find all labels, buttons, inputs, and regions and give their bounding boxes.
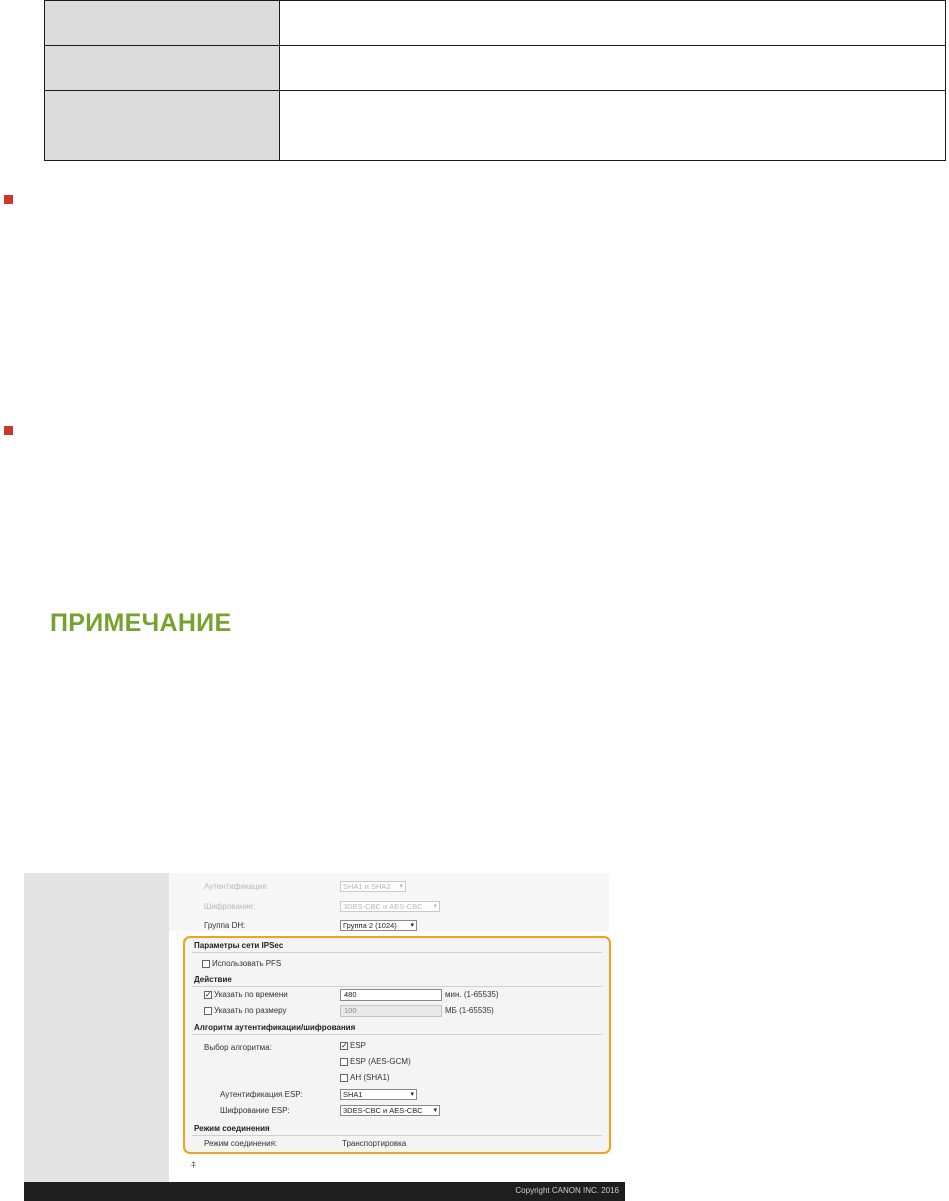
chevron-down-icon: ▾ <box>433 903 437 910</box>
by-time-label: Указать по времени <box>214 990 288 999</box>
check-icon: ✓ <box>341 1041 348 1050</box>
ike-auth-value: SHA1 и SHA2 <box>343 882 391 891</box>
validity-header: Действие <box>194 975 232 984</box>
pfs-checkbox[interactable] <box>202 960 210 968</box>
by-size-input[interactable]: 100 <box>340 1005 442 1017</box>
dh-group-label: Группа DH: <box>204 921 246 930</box>
scroll-top-icon[interactable]: ⍏ <box>191 1160 196 1171</box>
chevron-down-icon: ▾ <box>410 1091 414 1098</box>
ah-checkbox[interactable] <box>340 1074 348 1082</box>
ike-enc-select[interactable]: 3DES-CBC и AES-CBC ▾ <box>340 901 440 912</box>
by-time-unit: мин. (1-65535) <box>445 990 499 999</box>
footer-bar: Copyright CANON INC. 2016 <box>24 1182 625 1201</box>
by-time-checkbox[interactable]: ✓ <box>204 991 212 999</box>
esp-auth-value: SHA1 <box>343 1090 363 1099</box>
conn-mode-label: Режим соединения: <box>204 1139 278 1148</box>
divider <box>192 1135 602 1136</box>
esp-gcm-label: ESP (AES-GCM) <box>350 1057 411 1066</box>
by-time-input[interactable]: 480 <box>340 989 442 1001</box>
ah-label: AH (SHA1) <box>350 1073 390 1082</box>
embedded-screenshot: Аутентификация: SHA1 и SHA2 ▾ Шифрование:… <box>24 873 625 1201</box>
note-heading: ПРИМЕЧАНИЕ <box>50 609 232 637</box>
esp-enc-select[interactable]: 3DES-CBC и AES-CBC ▾ <box>340 1105 440 1116</box>
pfs-label: Использовать PFS <box>212 959 282 968</box>
divider <box>192 1034 602 1035</box>
ipsec-header: Параметры сети IPSec <box>194 941 284 950</box>
conn-mode-value: Транспортировка <box>342 1139 407 1148</box>
table-value-cell <box>279 0 946 46</box>
sidebar-pane <box>24 873 169 1182</box>
esp-label: ESP <box>350 1041 367 1050</box>
table-value-cell <box>279 90 946 161</box>
by-size-label: Указать по размеру <box>214 1006 287 1015</box>
table-key-cell <box>44 45 280 91</box>
esp-checkbox[interactable]: ✓ <box>340 1042 348 1050</box>
bullet-square-icon <box>4 426 13 435</box>
by-size-checkbox[interactable] <box>204 1007 212 1015</box>
divider <box>192 986 602 987</box>
conn-mode-header: Режим соединения <box>194 1124 270 1133</box>
dh-group-value: Группа 2 (1024) <box>343 921 397 930</box>
chevron-down-icon: ▾ <box>433 1107 437 1114</box>
esp-gcm-checkbox[interactable] <box>340 1058 348 1066</box>
table-key-cell <box>44 0 280 46</box>
by-size-unit: МБ (1-65535) <box>445 1006 494 1015</box>
ike-enc-label: Шифрование: <box>204 902 256 911</box>
ike-auth-label: Аутентификация: <box>204 882 269 891</box>
esp-auth-select[interactable]: SHA1 ▾ <box>340 1089 417 1100</box>
chevron-down-icon: ▾ <box>399 883 403 890</box>
table-row <box>44 45 946 91</box>
esp-enc-value: 3DES-CBC и AES-CBC <box>343 1106 423 1115</box>
divider <box>192 952 602 953</box>
algo-select-label: Выбор алгоритма: <box>204 1043 272 1052</box>
bullet-square-icon <box>4 195 13 204</box>
copyright-text: Copyright CANON INC. 2016 <box>515 1186 619 1195</box>
algo-header: Алгоритм аутентификации/шифрования <box>194 1023 356 1032</box>
check-icon: ✓ <box>205 990 212 999</box>
esp-auth-label: Аутентификация ESP: <box>220 1090 303 1099</box>
ike-auth-select[interactable]: SHA1 и SHA2 ▾ <box>340 881 406 892</box>
table-row <box>44 90 946 161</box>
chevron-down-icon: ▾ <box>410 922 414 929</box>
table-key-cell <box>44 90 280 161</box>
table-row <box>44 0 946 46</box>
dh-group-select[interactable]: Группа 2 (1024) ▾ <box>340 920 417 931</box>
table-value-cell <box>279 45 946 91</box>
esp-enc-label: Шифрование ESP: <box>220 1106 290 1115</box>
info-table <box>44 0 946 161</box>
ike-enc-value: 3DES-CBC и AES-CBC <box>343 902 423 911</box>
